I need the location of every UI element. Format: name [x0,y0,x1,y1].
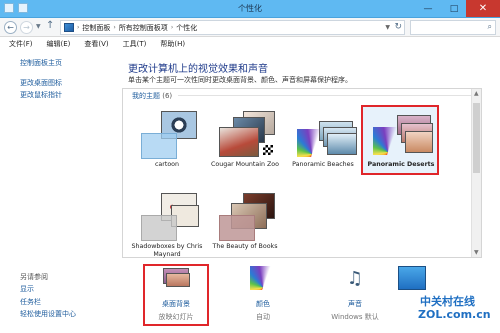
scrollbar-thumb[interactable] [473,103,480,173]
desktop-background-icon [161,266,191,292]
section-divider [178,95,476,96]
back-button[interactable]: ← [4,21,17,34]
color-button[interactable]: 颜色 自动 [238,266,288,322]
sidebar-link-ease-of-access[interactable]: 轻松使用设置中心 [20,309,76,319]
screen-saver-button[interactable] [392,266,432,290]
close-button[interactable]: ✕ [466,0,500,17]
menu-help[interactable]: 帮助(H) [160,39,185,49]
breadcrumb-personalization[interactable]: 个性化 [176,23,197,33]
sidebar-link-taskbar[interactable]: 任务栏 [20,297,41,307]
theme-tile-panoramic-deserts[interactable]: Panoramic Deserts [365,107,437,169]
left-pane: 控制面板主页 更改桌面图标 更改鼠标指针 另请参阅 显示 任务栏 轻松使用设置中… [0,51,112,333]
color-label: 颜色 [256,300,270,308]
theme-label: Panoramic Deserts [367,161,435,168]
theme-label: The Beauty of Books [212,243,278,250]
scroll-up-arrow-icon[interactable]: ▲ [474,90,479,97]
menu-file[interactable]: 文件(F) [9,39,33,49]
section-my-themes[interactable]: 我的主题 (6) [132,91,172,101]
desktop-background-label: 桌面背景 [162,300,190,308]
theme-tile-shadowboxes[interactable]: Shadowboxes by Chris Maynard [131,189,203,258]
theme-label: Shadowboxes by Chris Maynard [131,243,203,258]
theme-thumbnail [293,111,357,159]
search-input[interactable]: ⌕ [410,20,496,35]
address-field[interactable]: › 控制面板 › 所有控制面板项 › 个性化 ▼ ↻ [60,20,405,35]
theme-list: 我的主题 (6) cartoon Cougar Mountain Zoo Pan… [122,88,482,258]
see-also-heading: 另请参阅 [20,273,48,281]
title-bar: 个性化 — □ ✕ [0,0,500,18]
theme-thumbnail [137,111,199,159]
sounds-label: 声音 [348,300,362,308]
menu-edit[interactable]: 编辑(E) [47,39,71,49]
thumbnail-badge [263,145,273,155]
breadcrumb-all-items[interactable]: 所有控制面板项 [119,23,168,33]
page-subtitle: 单击某个主题可一次性同时更改桌面背景、颜色、声音和屏幕保护程序。 [128,76,352,84]
breadcrumb-control-panel[interactable]: 控制面板 [82,23,110,33]
address-bar-row: ← → ▼ ↑ › 控制面板 › 所有控制面板项 › 个性化 ▼ ↻ ⌕ [0,18,500,37]
theme-label: Panoramic Beaches [292,161,354,168]
recent-locations-dropdown-icon[interactable]: ▼ [36,23,41,30]
theme-thumbnail [215,193,277,241]
section-title: 我的主题 [132,92,160,100]
color-preview [219,215,255,241]
breadcrumb-separator: › [113,24,116,31]
sidebar-link-control-panel-home[interactable]: 控制面板主页 [20,58,62,68]
control-panel-icon [64,23,74,32]
menu-view[interactable]: 查看(V) [84,39,108,49]
breadcrumb-separator: › [77,24,80,31]
breadcrumb-separator: › [170,24,174,31]
sidebar-link-display[interactable]: 显示 [20,284,34,294]
theme-tile-cougar-mountain-zoo[interactable]: Cougar Mountain Zoo [209,107,281,169]
sounds-button[interactable]: ♫ 声音 Windows 默认 [320,266,390,322]
screen-saver-icon [398,266,426,290]
theme-label: Cougar Mountain Zoo [210,161,280,168]
sidebar-link-desktop-icons[interactable]: 更改桌面图标 [20,78,62,88]
sidebar-link-mouse-pointers[interactable]: 更改鼠标指针 [20,90,62,100]
wallpaper-preview [327,133,357,155]
color-icon [250,266,276,290]
refresh-icon[interactable]: ↻ [394,22,402,32]
theme-thumbnail [137,193,199,241]
up-arrow-icon[interactable]: ↑ [46,20,54,31]
theme-thumbnail [215,111,277,159]
forward-button[interactable]: → [20,21,33,34]
menu-bar: 文件(F) 编辑(E) 查看(V) 工具(T) 帮助(H) [0,37,500,51]
watermark-url: ZOL.com.cn [418,308,491,321]
maximize-button[interactable]: □ [442,0,466,17]
menu-tools[interactable]: 工具(T) [123,39,147,49]
address-dropdown-icon[interactable]: ▼ [385,24,390,31]
sounds-icon: ♫ [346,268,364,289]
watermark: 中关村在线 ZOL.com.cn [396,293,500,333]
wallpaper-preview [219,127,259,157]
wallpaper-preview [405,131,433,153]
color-preview [141,133,177,159]
theme-label: cartoon [154,161,180,168]
theme-list-scrollbar[interactable]: ▲ ▼ [471,89,481,257]
watermark-brand: 中关村在线 [420,295,475,308]
sounds-status: Windows 默认 [331,313,379,321]
theme-tile-beauty-of-books[interactable]: The Beauty of Books [209,189,281,251]
theme-thumbnail [371,111,433,159]
desktop-background-status: 放映幻灯片 [158,313,194,321]
scroll-down-arrow-icon[interactable]: ▼ [474,249,479,256]
theme-tile-panoramic-beaches[interactable]: Panoramic Beaches [287,107,359,169]
color-preview [141,215,177,241]
color-status: 自动 [256,313,270,321]
color-wheel-icon [297,129,327,157]
desktop-background-button[interactable]: 桌面背景 放映幻灯片 [146,266,206,322]
color-wheel-icon [373,127,403,155]
minimize-button[interactable]: — [416,0,440,17]
page-title: 更改计算机上的视觉效果和声音 [128,64,268,75]
section-count: (6) [162,92,173,100]
search-icon[interactable]: ⌕ [488,22,492,32]
theme-tile-cartoon[interactable]: cartoon [131,107,203,169]
